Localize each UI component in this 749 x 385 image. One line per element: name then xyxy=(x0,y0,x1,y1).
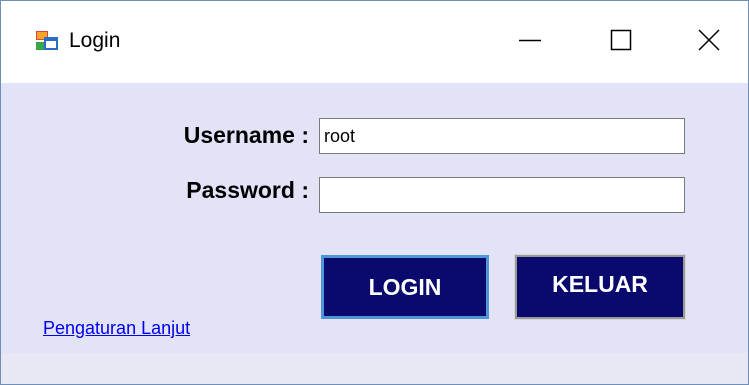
login-form: Username : Password : LOGIN KELUAR Penga… xyxy=(9,83,740,353)
maximize-button[interactable] xyxy=(590,17,652,63)
exit-button-label: KELUAR xyxy=(552,270,648,297)
window-title: Login xyxy=(69,29,121,52)
login-button-label: LOGIN xyxy=(368,273,442,300)
form-icon xyxy=(36,31,58,51)
close-button[interactable] xyxy=(678,17,740,63)
password-label: Password : xyxy=(186,177,309,203)
username-input[interactable] xyxy=(319,118,685,154)
username-label: Username : xyxy=(183,122,309,148)
login-window: Login Username : Password : LOGIN KEL xyxy=(0,0,749,385)
exit-button[interactable]: KELUAR xyxy=(514,254,686,320)
password-input[interactable] xyxy=(319,177,685,213)
maximize-icon xyxy=(610,29,632,51)
login-button[interactable]: LOGIN xyxy=(321,255,489,319)
minimize-icon xyxy=(519,39,541,42)
close-icon xyxy=(698,29,720,51)
advanced-settings-link[interactable]: Pengaturan Lanjut xyxy=(43,318,190,339)
minimize-button[interactable] xyxy=(499,17,561,63)
title-bar[interactable]: Login xyxy=(1,1,748,83)
window-bottom-border xyxy=(1,353,748,384)
